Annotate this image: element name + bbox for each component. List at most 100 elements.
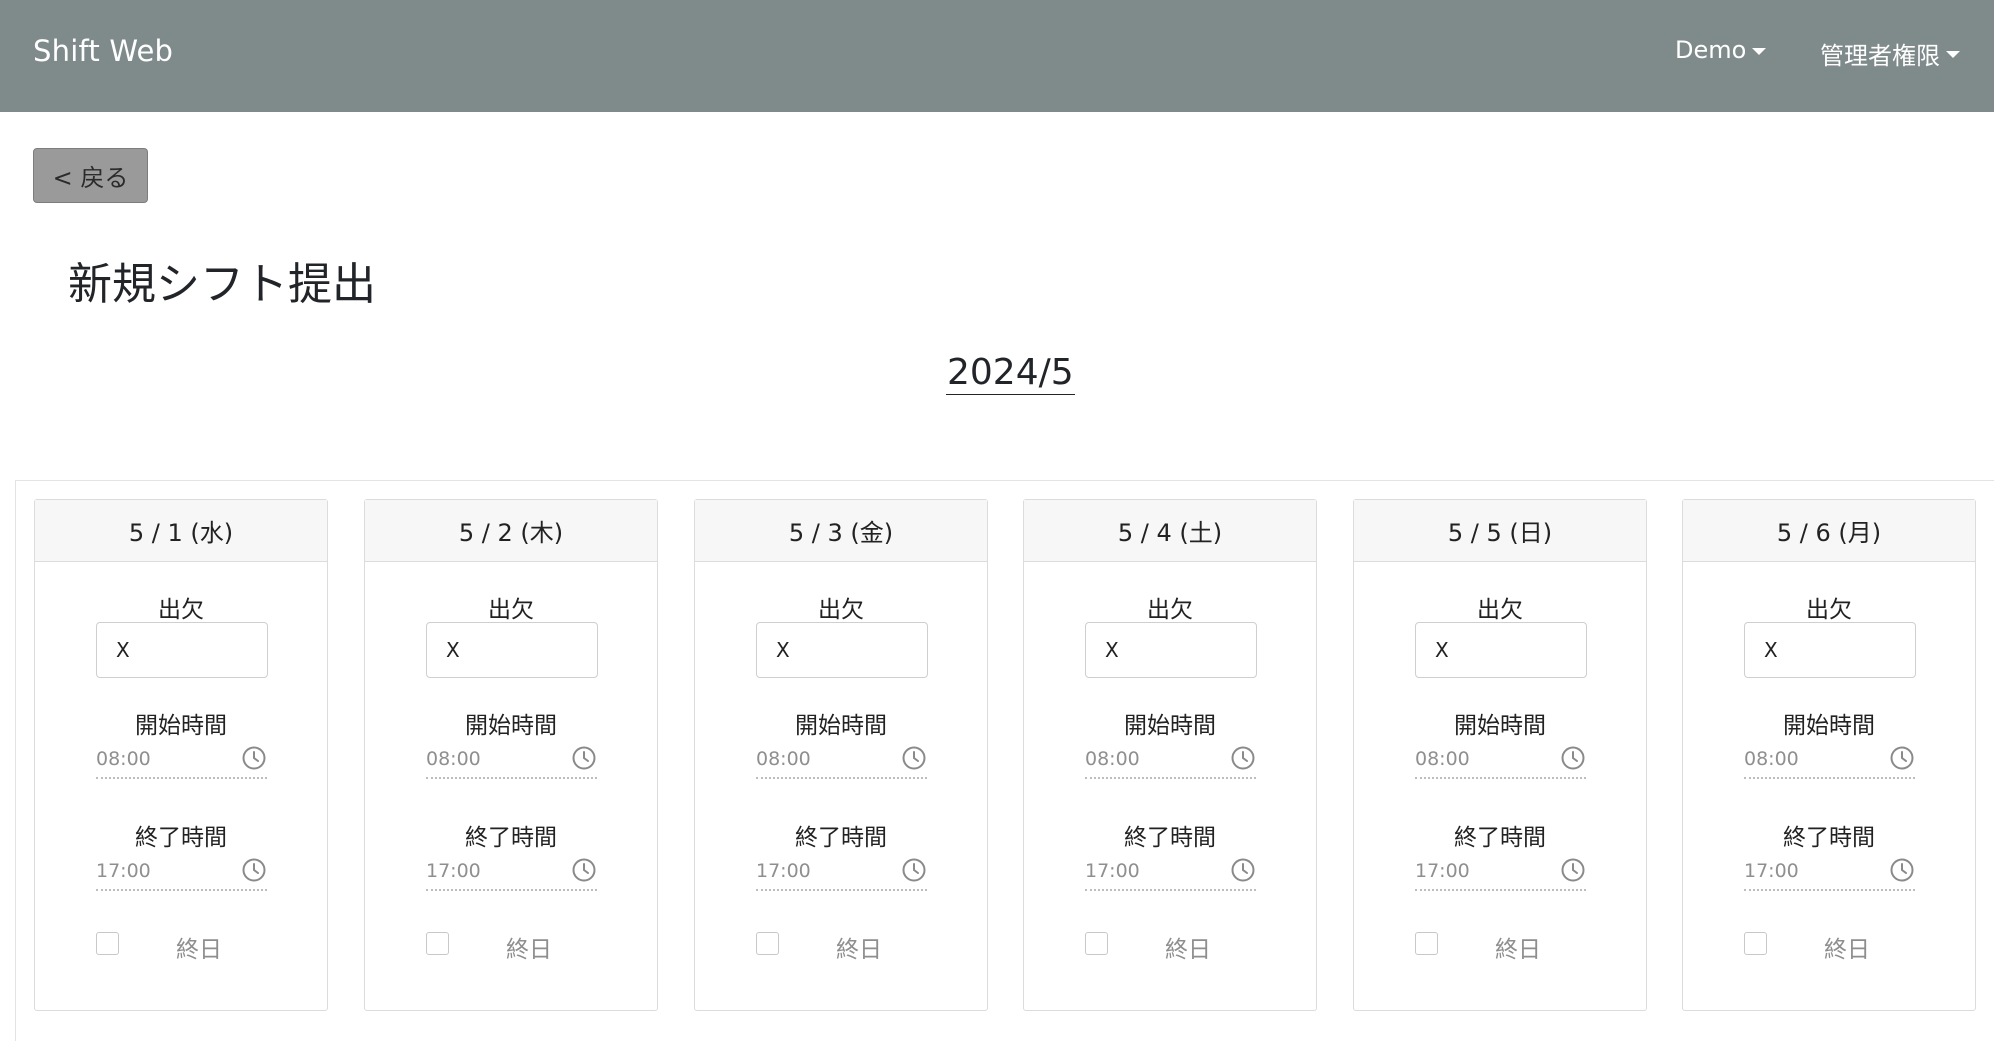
attendance-value: X bbox=[1764, 638, 1778, 662]
page-title: 新規シフト提出 bbox=[68, 259, 376, 310]
attendance-value: X bbox=[776, 638, 790, 662]
day-date: 5 / 2 (木) bbox=[458, 519, 564, 547]
attendance-input[interactable]: X bbox=[1415, 622, 1587, 678]
start-time-value: 08:00 bbox=[756, 748, 811, 770]
start-time-picker[interactable]: 08:00 bbox=[1085, 745, 1256, 779]
day-date: 5 / 3 (金) bbox=[788, 519, 894, 547]
start-time-label: 開始時間 bbox=[795, 713, 887, 739]
attendance-input[interactable]: X bbox=[96, 622, 268, 678]
start-time-label: 開始時間 bbox=[1783, 713, 1875, 739]
end-time-picker[interactable]: 17:00 bbox=[1415, 857, 1586, 891]
start-time-value: 08:00 bbox=[1085, 748, 1140, 770]
day-date: 5 / 4 (土) bbox=[1117, 519, 1223, 547]
user-menu-dropdown[interactable]: Demo bbox=[1675, 36, 1767, 64]
start-time-value: 08:00 bbox=[96, 748, 151, 770]
allday-checkbox[interactable] bbox=[96, 932, 119, 955]
clock-icon[interactable] bbox=[1560, 857, 1586, 883]
attendance-input[interactable]: X bbox=[1085, 622, 1257, 678]
end-time-picker[interactable]: 17:00 bbox=[1085, 857, 1256, 891]
start-time-value: 08:00 bbox=[1415, 748, 1470, 770]
clock-icon[interactable] bbox=[1230, 745, 1256, 771]
back-button[interactable]: < 戻る bbox=[33, 148, 148, 203]
day-card: 5 / 6 (月) 出欠 X 開始時間 08:00 終了時間 17:00 終日 bbox=[1682, 499, 1976, 1011]
end-time-value: 17:00 bbox=[96, 860, 151, 882]
role-menu-dropdown[interactable]: 管理者権限 bbox=[1820, 36, 1960, 71]
top-navbar: Shift Web Demo 管理者権限 bbox=[0, 0, 1994, 112]
app-brand[interactable]: Shift Web bbox=[33, 34, 173, 68]
day-header: 5 / 4 (土) bbox=[1024, 500, 1316, 562]
allday-label[interactable]: 終日 bbox=[1824, 930, 1870, 964]
day-header: 5 / 6 (月) bbox=[1683, 500, 1975, 562]
attendance-label: 出欠 bbox=[1477, 597, 1523, 623]
start-time-picker[interactable]: 08:00 bbox=[756, 745, 927, 779]
clock-icon[interactable] bbox=[571, 857, 597, 883]
end-time-value: 17:00 bbox=[1085, 860, 1140, 882]
attendance-value: X bbox=[116, 638, 130, 662]
attendance-label: 出欠 bbox=[818, 597, 864, 623]
allday-label[interactable]: 終日 bbox=[1495, 930, 1541, 964]
back-button-label: < 戻る bbox=[52, 164, 129, 192]
allday-checkbox[interactable] bbox=[756, 932, 779, 955]
allday-checkbox[interactable] bbox=[426, 932, 449, 955]
allday-label[interactable]: 終日 bbox=[506, 930, 552, 964]
day-date: 5 / 1 (水) bbox=[128, 519, 234, 547]
clock-icon[interactable] bbox=[241, 857, 267, 883]
clock-icon[interactable] bbox=[1230, 857, 1256, 883]
start-time-label: 開始時間 bbox=[135, 713, 227, 739]
allday-checkbox[interactable] bbox=[1415, 932, 1438, 955]
clock-icon[interactable] bbox=[901, 857, 927, 883]
attendance-value: X bbox=[1105, 638, 1119, 662]
day-card: 5 / 5 (日) 出欠 X 開始時間 08:00 終了時間 17:00 終日 bbox=[1353, 499, 1647, 1011]
end-time-label: 終了時間 bbox=[795, 825, 887, 851]
start-time-picker[interactable]: 08:00 bbox=[426, 745, 597, 779]
end-time-value: 17:00 bbox=[1744, 860, 1799, 882]
end-time-value: 17:00 bbox=[426, 860, 481, 882]
day-header: 5 / 5 (日) bbox=[1354, 500, 1646, 562]
caret-down-icon bbox=[1752, 47, 1767, 55]
clock-icon[interactable] bbox=[1889, 857, 1915, 883]
end-time-label: 終了時間 bbox=[1124, 825, 1216, 851]
clock-icon[interactable] bbox=[241, 745, 267, 771]
allday-checkbox[interactable] bbox=[1744, 932, 1767, 955]
day-card: 5 / 4 (土) 出欠 X 開始時間 08:00 終了時間 17:00 終日 bbox=[1023, 499, 1317, 1011]
day-date: 5 / 6 (月) bbox=[1776, 519, 1882, 547]
clock-icon[interactable] bbox=[1889, 745, 1915, 771]
attendance-input[interactable]: X bbox=[1744, 622, 1916, 678]
clock-icon[interactable] bbox=[571, 745, 597, 771]
start-time-picker[interactable]: 08:00 bbox=[96, 745, 267, 779]
allday-label[interactable]: 終日 bbox=[836, 930, 882, 964]
end-time-picker[interactable]: 17:00 bbox=[1744, 857, 1915, 891]
start-time-value: 08:00 bbox=[1744, 748, 1799, 770]
end-time-label: 終了時間 bbox=[1454, 825, 1546, 851]
end-time-value: 17:00 bbox=[1415, 860, 1470, 882]
end-time-label: 終了時間 bbox=[1783, 825, 1875, 851]
attendance-value: X bbox=[446, 638, 460, 662]
attendance-label: 出欠 bbox=[1806, 597, 1852, 623]
attendance-input[interactable]: X bbox=[426, 622, 598, 678]
user-menu-label: Demo bbox=[1675, 36, 1747, 64]
end-time-label: 終了時間 bbox=[465, 825, 557, 851]
attendance-input[interactable]: X bbox=[756, 622, 928, 678]
attendance-label: 出欠 bbox=[158, 597, 204, 623]
end-time-label: 終了時間 bbox=[135, 825, 227, 851]
caret-down-icon bbox=[1946, 51, 1960, 58]
end-time-picker[interactable]: 17:00 bbox=[96, 857, 267, 891]
attendance-label: 出欠 bbox=[1147, 597, 1193, 623]
allday-label[interactable]: 終日 bbox=[1165, 930, 1211, 964]
end-time-picker[interactable]: 17:00 bbox=[756, 857, 927, 891]
start-time-picker[interactable]: 08:00 bbox=[1744, 745, 1915, 779]
allday-label[interactable]: 終日 bbox=[176, 930, 222, 964]
day-date: 5 / 5 (日) bbox=[1447, 519, 1553, 547]
clock-icon[interactable] bbox=[901, 745, 927, 771]
start-time-label: 開始時間 bbox=[465, 713, 557, 739]
start-time-label: 開始時間 bbox=[1124, 713, 1216, 739]
allday-checkbox[interactable] bbox=[1085, 932, 1108, 955]
start-time-picker[interactable]: 08:00 bbox=[1415, 745, 1586, 779]
end-time-picker[interactable]: 17:00 bbox=[426, 857, 597, 891]
clock-icon[interactable] bbox=[1560, 745, 1586, 771]
month-selector[interactable]: 2024/5 bbox=[946, 352, 1075, 395]
start-time-label: 開始時間 bbox=[1454, 713, 1546, 739]
end-time-value: 17:00 bbox=[756, 860, 811, 882]
attendance-value: X bbox=[1435, 638, 1449, 662]
day-header: 5 / 1 (水) bbox=[35, 500, 327, 562]
